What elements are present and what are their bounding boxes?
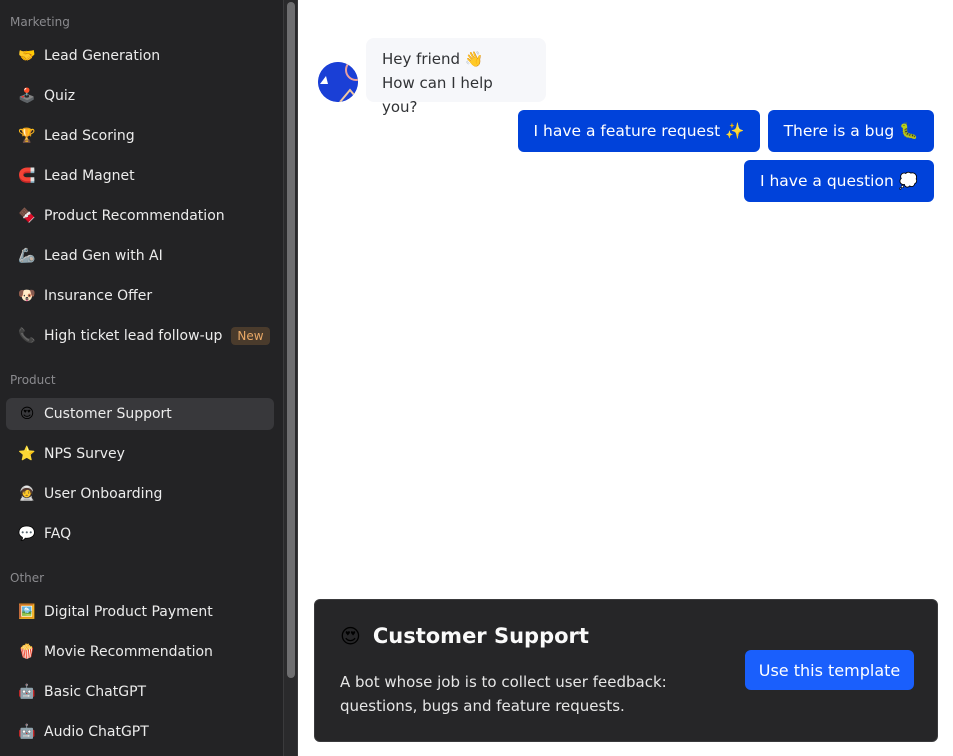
choice-feature-request-button[interactable]: I have a feature request ✨ xyxy=(518,110,760,152)
sidebar-item-label: Lead Scoring xyxy=(44,128,135,144)
sidebar-item-customer-support[interactable]: 😍 Customer Support xyxy=(6,398,274,430)
sidebar-item-lead-magnet[interactable]: 🧲 Lead Magnet xyxy=(6,160,274,192)
picture-icon: 🖼️ xyxy=(18,604,36,620)
template-title: 😍 Customer Support xyxy=(340,624,589,648)
sidebar-item-nps-survey[interactable]: ⭐ NPS Survey xyxy=(6,438,274,470)
sidebar-item-lead-generation[interactable]: 🤝 Lead Generation xyxy=(6,40,274,72)
mechanical-arm-icon: 🦾 xyxy=(18,248,36,264)
sidebar-scrollbar[interactable] xyxy=(283,0,298,756)
sidebar-item-product-recommendation[interactable]: 🍫 Product Recommendation xyxy=(6,200,274,232)
sidebar-item-label: Insurance Offer xyxy=(44,288,153,304)
heart-eyes-icon: 😍 xyxy=(340,624,361,648)
sidebar-item-movie-recommendation[interactable]: 🍿 Movie Recommendation xyxy=(6,636,274,668)
sidebar-item-label: High ticket lead follow-up xyxy=(44,328,223,344)
bot-message-line-1: Hey friend 👋 xyxy=(382,50,484,68)
popcorn-icon: 🍿 xyxy=(18,644,36,660)
magnet-icon: 🧲 xyxy=(18,168,36,184)
star-icon: ⭐ xyxy=(18,446,36,462)
sidebar-item-label: Basic ChatGPT xyxy=(44,684,147,700)
sidebar-item-label: Quiz xyxy=(44,88,76,104)
chocolate-icon: 🍫 xyxy=(18,208,36,224)
joystick-icon: 🕹️ xyxy=(18,88,36,104)
sidebar-item-label: FAQ xyxy=(44,526,72,542)
bot-avatar-pattern-icon xyxy=(318,62,358,102)
bot-message-line-2: How can I help you? xyxy=(382,74,493,116)
dog-icon: 🐶 xyxy=(18,288,36,304)
sidebar-item-quiz[interactable]: 🕹️ Quiz xyxy=(6,80,274,112)
sidebar-item-basic-chatgpt[interactable]: 🤖 Basic ChatGPT xyxy=(6,676,274,708)
template-description: A bot whose job is to collect user feedb… xyxy=(340,673,667,715)
section-label-other: Other xyxy=(10,571,45,585)
template-info-card: 😍 Customer Support A bot whose job is to… xyxy=(314,599,938,742)
robot-icon: 🤖 xyxy=(18,724,36,740)
phone-icon: 📞 xyxy=(18,328,36,344)
sidebar-item-high-ticket-lead-follow-up[interactable]: 📞 High ticket lead follow-up New xyxy=(6,320,274,352)
template-sidebar: Marketing 🤝 Lead Generation 🕹️ Quiz 🏆 Le… xyxy=(0,0,283,756)
sidebar-item-digital-product-payment[interactable]: 🖼️ Digital Product Payment xyxy=(6,596,274,628)
use-template-button[interactable]: Use this template xyxy=(745,650,914,690)
robot-icon: 🤖 xyxy=(18,684,36,700)
sidebar-item-label: Movie Recommendation xyxy=(44,644,213,660)
sidebar-item-label: Product Recommendation xyxy=(44,208,225,224)
handshake-icon: 🤝 xyxy=(18,48,36,64)
sidebar-item-lead-scoring[interactable]: 🏆 Lead Scoring xyxy=(6,120,274,152)
sidebar-item-label: User Onboarding xyxy=(44,486,163,502)
choice-question-button[interactable]: I have a question 💭 xyxy=(744,160,934,202)
bot-message-bubble: Hey friend 👋 How can I help you? xyxy=(366,38,546,116)
heart-eyes-icon: 😍 xyxy=(19,406,35,422)
sidebar-scrollbar-thumb[interactable] xyxy=(287,2,295,678)
sidebar-item-insurance-offer[interactable]: 🐶 Insurance Offer xyxy=(6,280,274,312)
sidebar-item-label: Customer Support xyxy=(44,406,172,422)
sidebar-item-label: Audio ChatGPT xyxy=(44,724,149,740)
template-title-text: Customer Support xyxy=(372,624,589,648)
sidebar-item-audio-chatgpt[interactable]: 🤖 Audio ChatGPT xyxy=(6,716,274,748)
speech-bubble-icon: 💬 xyxy=(18,526,36,542)
sidebar-item-label: Lead Gen with AI xyxy=(44,248,163,264)
new-badge: New xyxy=(231,327,270,345)
sidebar-item-label: Lead Generation xyxy=(44,48,161,64)
choice-bug-button[interactable]: There is a bug 🐛 xyxy=(768,110,934,152)
trophy-icon: 🏆 xyxy=(18,128,36,144)
sidebar-item-label: NPS Survey xyxy=(44,446,125,462)
section-label-marketing: Marketing xyxy=(10,15,70,29)
sidebar-item-faq[interactable]: 💬 FAQ xyxy=(6,518,274,550)
sidebar-item-label: Lead Magnet xyxy=(44,168,135,184)
section-label-product: Product xyxy=(10,373,56,387)
sidebar-item-label: Digital Product Payment xyxy=(44,604,213,620)
sidebar-item-lead-gen-with-ai[interactable]: 🦾 Lead Gen with AI xyxy=(6,240,274,272)
bot-avatar xyxy=(318,62,358,102)
sidebar-item-user-onboarding[interactable]: 🧑‍🚀 User Onboarding xyxy=(6,478,274,510)
astronaut-icon: 🧑‍🚀 xyxy=(18,486,36,502)
